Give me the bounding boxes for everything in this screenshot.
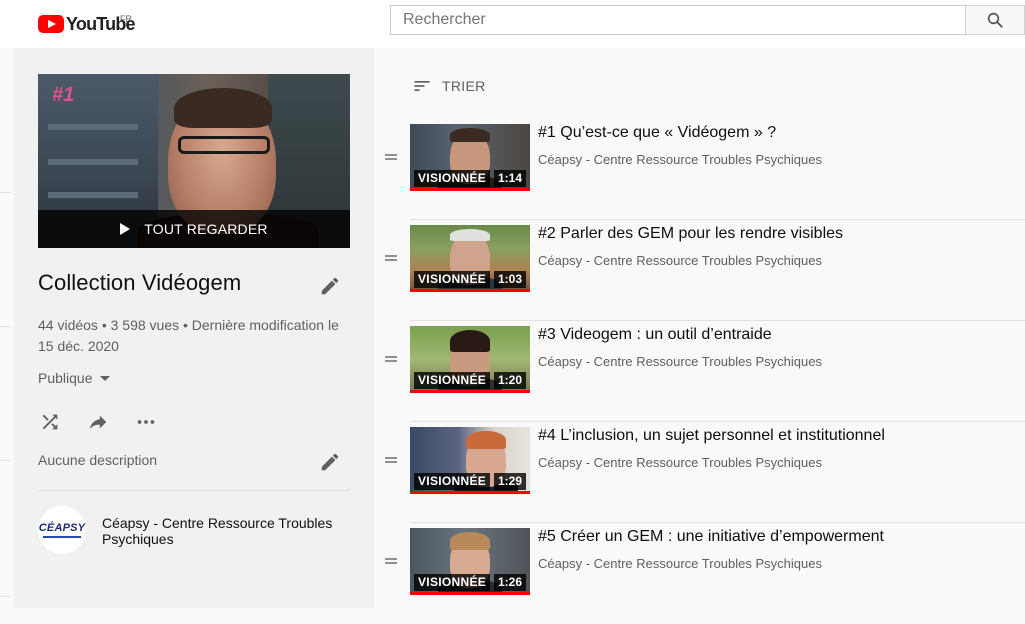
- watch-progress-bar: [410, 289, 530, 292]
- privacy-dropdown[interactable]: Publique: [38, 370, 110, 386]
- thumbnail-person-hair: [466, 431, 506, 449]
- play-all-label: TOUT REGARDER: [144, 221, 268, 237]
- duration-badge: 1:14: [493, 170, 526, 187]
- duration-badge: 1:26: [493, 574, 526, 591]
- divider: [410, 320, 1025, 321]
- shuffle-button[interactable]: [38, 410, 62, 434]
- play-all-button[interactable]: TOUT REGARDER: [38, 210, 350, 248]
- video-thumbnail[interactable]: VISIONNÉE 1:14: [410, 124, 530, 191]
- playlist-hero-thumbnail[interactable]: #1 TOUT REGARDER: [38, 74, 350, 248]
- watched-badge: VISIONNÉE: [414, 473, 491, 490]
- video-channel[interactable]: Céapsy - Centre Ressource Troubles Psych…: [538, 152, 822, 167]
- playlist-video-row[interactable]: VISIONNÉE 1:20 #3 Videogem : un outil d’…: [382, 322, 1025, 422]
- hero-person-hair: [174, 88, 272, 128]
- channel-avatar[interactable]: CÉAPSY: [38, 506, 86, 554]
- thumbnail-person-hair: [450, 330, 490, 352]
- duration-badge: 1:20: [493, 372, 526, 389]
- watch-progress-bar: [410, 491, 530, 494]
- divider: [0, 192, 10, 193]
- divider: [0, 326, 10, 327]
- duration-badge: 1:29: [493, 473, 526, 490]
- youtube-logo-icon: [38, 15, 64, 33]
- playlist-video-row[interactable]: VISIONNÉE 1:03 #2 Parler des GEM pour le…: [382, 221, 1025, 321]
- drag-handle-icon[interactable]: [385, 255, 397, 263]
- pencil-icon: [321, 453, 339, 471]
- hero-person-glasses: [178, 136, 270, 154]
- search-button[interactable]: [965, 5, 1025, 35]
- channel-avatar-underline: [43, 536, 81, 538]
- pencil-icon: [321, 277, 339, 295]
- video-title[interactable]: #4 L’inclusion, un sujet personnel et in…: [538, 427, 1018, 445]
- drag-handle-icon[interactable]: [385, 356, 397, 364]
- video-channel[interactable]: Céapsy - Centre Ressource Troubles Psych…: [538, 455, 822, 470]
- search-icon: [987, 12, 1003, 28]
- drag-handle-icon[interactable]: [385, 154, 397, 162]
- watched-badge: VISIONNÉE: [414, 574, 491, 591]
- more-icon: [137, 420, 155, 424]
- play-icon: [120, 223, 131, 235]
- divider: [0, 460, 10, 461]
- more-actions-button[interactable]: [134, 410, 158, 434]
- hero-shelf: [48, 124, 138, 130]
- country-code: FR: [120, 14, 132, 24]
- playlist-video-row[interactable]: VISIONNÉE 1:26 #5 Créer un GEM : une ini…: [382, 524, 1025, 624]
- playlist-stats: 44 vidéos • 3 598 vues • Dernière modifi…: [38, 317, 339, 354]
- sort-button[interactable]: TRIER: [412, 76, 486, 96]
- hero-shelf: [48, 159, 138, 165]
- video-title[interactable]: #2 Parler des GEM pour les rendre visibl…: [538, 225, 1018, 243]
- watched-badge: VISIONNÉE: [414, 170, 491, 187]
- video-title[interactable]: #5 Créer un GEM : une initiative d’empow…: [538, 528, 1018, 546]
- masthead: YouTube FR: [0, 0, 1025, 48]
- playlist-description: Aucune description: [38, 452, 158, 468]
- drag-handle-icon[interactable]: [385, 457, 397, 465]
- divider: [38, 490, 350, 491]
- video-thumbnail[interactable]: VISIONNÉE 1:29: [410, 427, 530, 494]
- playlist-video-row[interactable]: VISIONNÉE 1:29 #4 L’inclusion, un sujet …: [382, 423, 1025, 523]
- video-thumbnail[interactable]: VISIONNÉE 1:20: [410, 326, 530, 393]
- divider: [410, 421, 1025, 422]
- duration-badge: 1:03: [493, 271, 526, 288]
- thumbnail-person-hair: [450, 128, 490, 142]
- video-thumbnail[interactable]: VISIONNÉE 1:26: [410, 528, 530, 595]
- hero-number: #1: [52, 84, 75, 106]
- channel-name-link[interactable]: Céapsy - Centre Ressource Troubles Psych…: [102, 515, 342, 547]
- divider: [0, 596, 10, 597]
- video-title[interactable]: #3 Videogem : un outil d’entraide: [538, 326, 1018, 344]
- shuffle-icon: [42, 414, 58, 430]
- video-thumbnail[interactable]: VISIONNÉE 1:03: [410, 225, 530, 292]
- sort-icon: [414, 81, 430, 91]
- watched-badge: VISIONNÉE: [414, 372, 491, 389]
- privacy-value: Publique: [38, 370, 93, 386]
- thumbnail-person-hair: [450, 229, 490, 241]
- watch-progress-bar: [410, 390, 530, 393]
- edit-title-button[interactable]: [318, 274, 342, 298]
- divider: [410, 219, 1025, 220]
- search-box: [390, 5, 965, 35]
- watched-badge: VISIONNÉE: [414, 271, 491, 288]
- playlist-title: Collection Vidéogem: [38, 270, 242, 295]
- channel-avatar-logo: CÉAPSY: [38, 522, 86, 534]
- video-title[interactable]: #1 Qu’est-ce que « Vidéogem » ?: [538, 124, 1018, 142]
- thumbnail-person-hair: [450, 532, 490, 550]
- video-channel[interactable]: Céapsy - Centre Ressource Troubles Psych…: [538, 253, 822, 268]
- search-input[interactable]: [391, 6, 965, 34]
- share-icon: [89, 415, 107, 430]
- hero-shelf: [48, 192, 138, 198]
- playlist-sidebar: #1 TOUT REGARDER Collection Vidéogem 44 …: [14, 48, 374, 608]
- drag-handle-icon[interactable]: [385, 558, 397, 566]
- playlist-video-row[interactable]: VISIONNÉE 1:14 #1 Qu’est-ce que « Vidéog…: [382, 120, 1025, 220]
- edit-description-button[interactable]: [318, 450, 342, 474]
- divider: [410, 522, 1025, 523]
- watch-progress-bar: [410, 592, 530, 595]
- sort-label: TRIER: [442, 78, 486, 94]
- video-channel[interactable]: Céapsy - Centre Ressource Troubles Psych…: [538, 556, 822, 571]
- caret-down-icon: [99, 375, 110, 381]
- share-button[interactable]: [86, 410, 110, 434]
- watch-progress-bar: [410, 188, 530, 191]
- video-channel[interactable]: Céapsy - Centre Ressource Troubles Psych…: [538, 354, 822, 369]
